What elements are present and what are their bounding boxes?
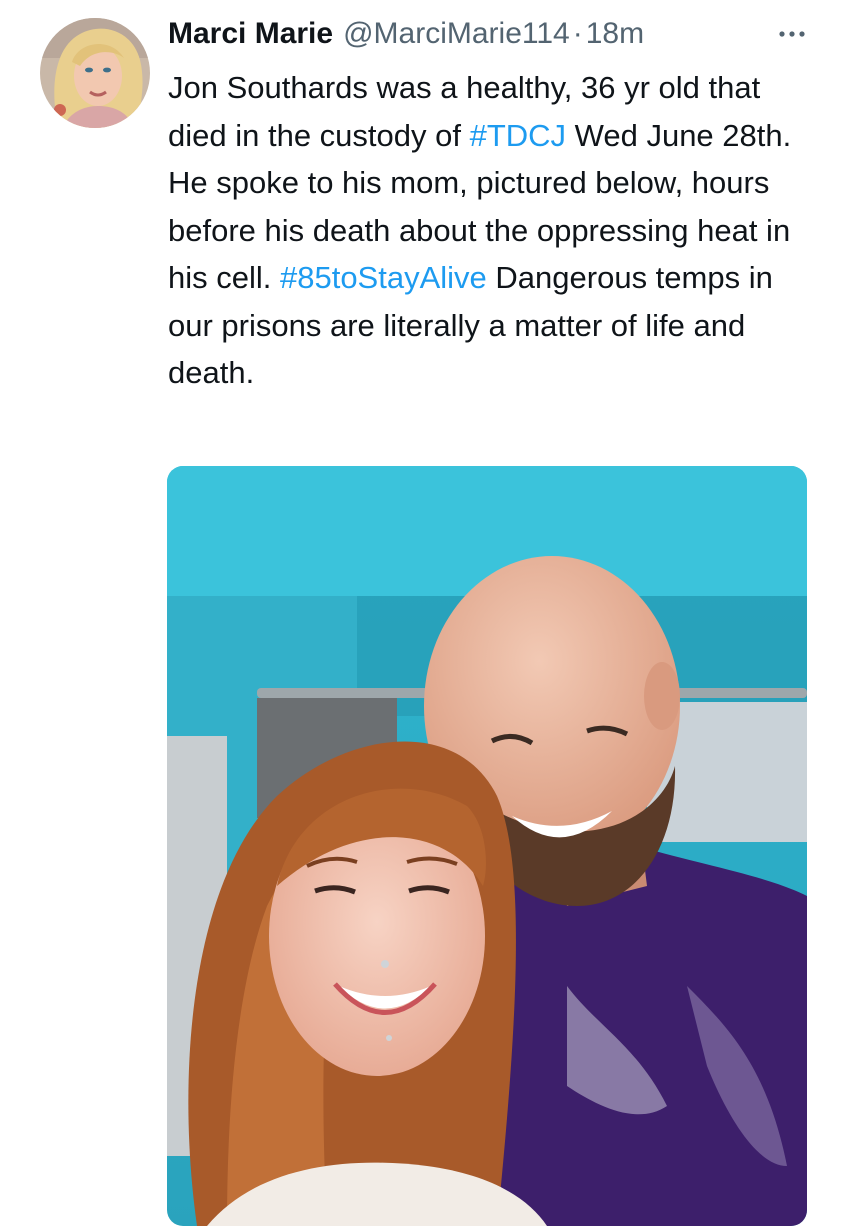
hashtag-link-tdcj[interactable]: #TDCJ: [470, 118, 566, 153]
user-handle[interactable]: @MarciMarie114: [343, 14, 570, 54]
avatar[interactable]: [40, 18, 150, 128]
timestamp[interactable]: 18m: [586, 14, 644, 54]
tweet-body: Jon Southards was a healthy, 36 yr old t…: [168, 64, 808, 397]
photo-image: [167, 466, 807, 1226]
tweet-header: Marci Marie @MarciMarie114 · 18m: [168, 14, 817, 54]
avatar-photo: [40, 18, 150, 128]
more-dots-glyph: [779, 31, 805, 37]
more-horizontal-icon[interactable]: [771, 22, 813, 46]
hashtag-link-85tostayalive[interactable]: #85toStayAlive: [280, 260, 487, 295]
tweet-text: Jon Southards was a healthy, 36 yr old t…: [168, 64, 808, 397]
display-name[interactable]: Marci Marie: [168, 14, 333, 54]
separator-dot: ·: [572, 17, 583, 50]
tweet-media-photo[interactable]: [167, 466, 807, 1226]
